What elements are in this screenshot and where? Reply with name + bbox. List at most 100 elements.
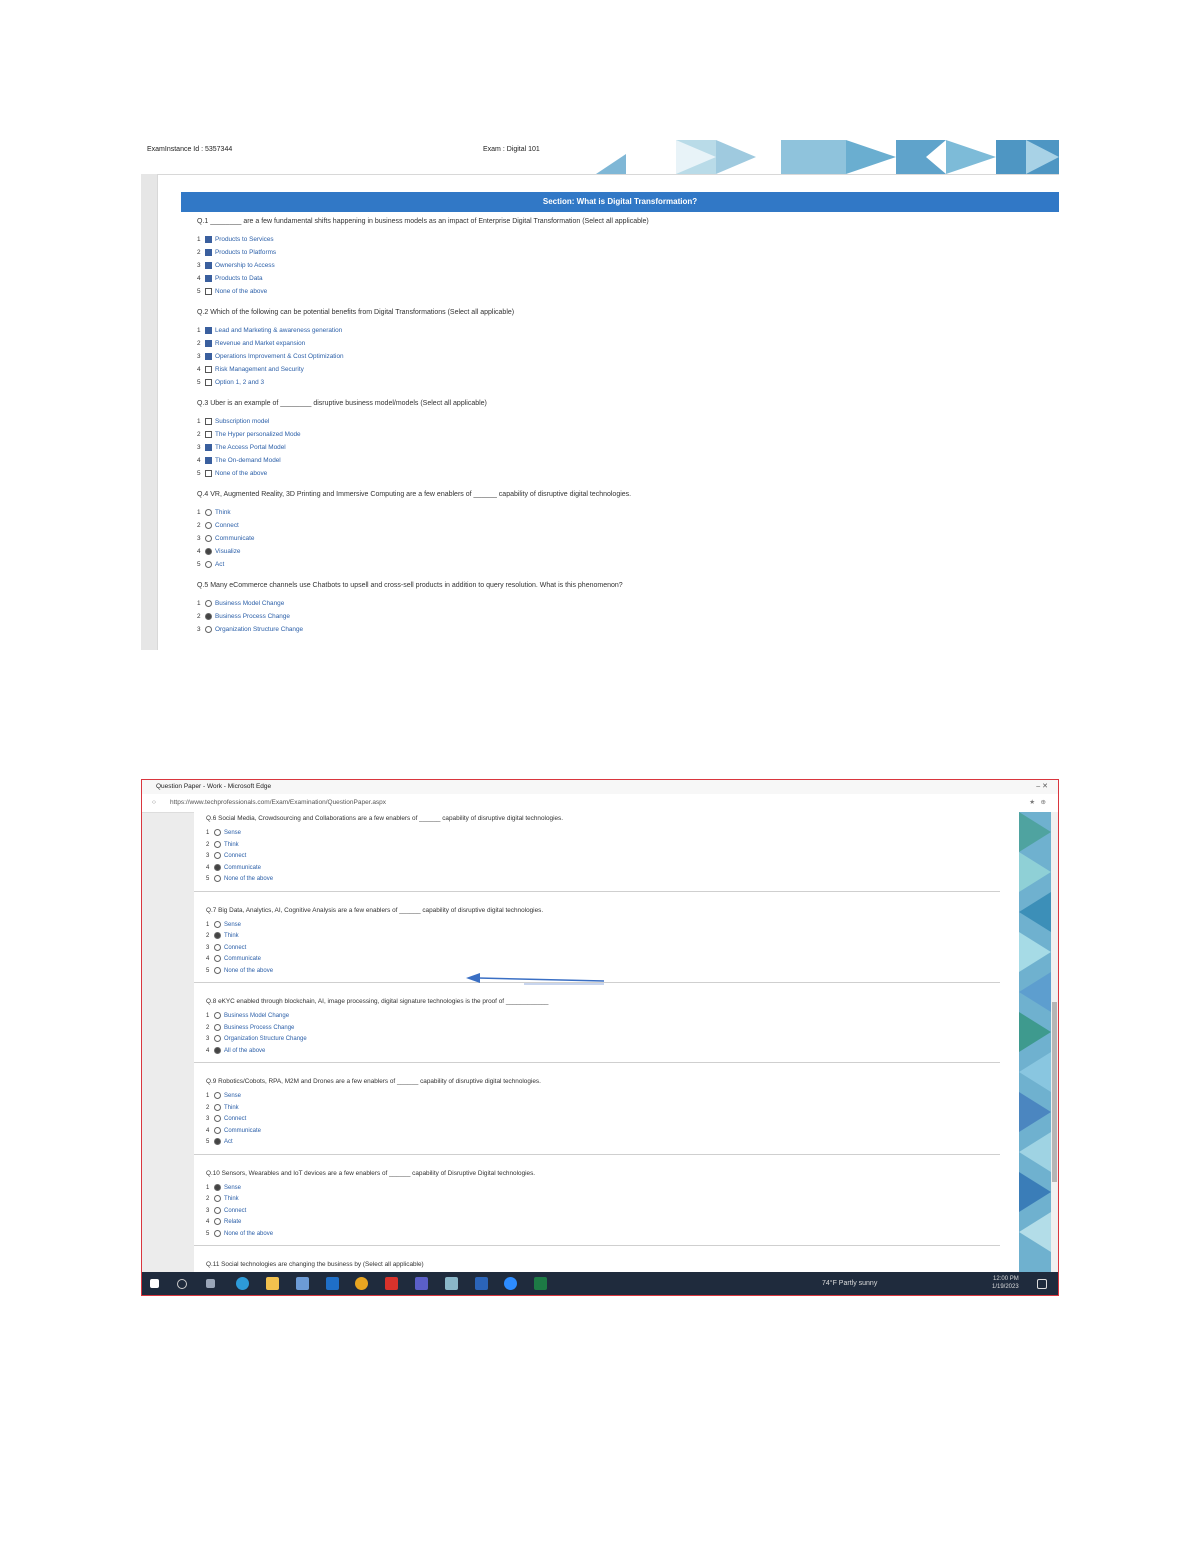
option-radio[interactable] xyxy=(214,1012,221,1019)
answer-option[interactable]: 1 Sense xyxy=(206,829,241,836)
answer-option[interactable]: 1 Sense xyxy=(206,1092,241,1099)
page-scrollbar[interactable] xyxy=(1051,812,1058,1272)
weather-widget[interactable]: 74°F Partly sunny xyxy=(822,1272,877,1295)
word-icon[interactable] xyxy=(475,1277,488,1290)
answer-option[interactable]: 3 Ownership to Access xyxy=(197,262,275,269)
option-radio[interactable] xyxy=(214,1183,221,1191)
answer-option[interactable]: 3 Connect xyxy=(206,943,246,951)
answer-option[interactable]: 2 Products to Platforms xyxy=(197,249,276,256)
notifications-icon[interactable] xyxy=(1037,1279,1047,1289)
task-view-icon[interactable] xyxy=(206,1279,215,1288)
search-icon[interactable] xyxy=(177,1279,187,1289)
file-explorer-icon[interactable] xyxy=(266,1277,279,1290)
start-icon[interactable] xyxy=(150,1279,159,1288)
chrome-icon[interactable] xyxy=(355,1277,368,1290)
option-radio[interactable] xyxy=(214,875,221,882)
address-bar[interactable]: ○ https://www.techprofessionals.com/Exam… xyxy=(142,794,1058,813)
option-radio[interactable] xyxy=(205,535,212,542)
teams-icon[interactable] xyxy=(415,1277,428,1290)
app-icon-2[interactable] xyxy=(445,1277,458,1290)
option-radio[interactable] xyxy=(214,1046,221,1054)
option-radio[interactable] xyxy=(214,840,221,848)
answer-option[interactable]: 5 Act xyxy=(206,1138,233,1145)
option-radio[interactable] xyxy=(214,943,221,951)
option-radio[interactable] xyxy=(214,1115,221,1122)
answer-option[interactable]: 4 Communicate xyxy=(206,955,261,962)
excel-icon[interactable] xyxy=(534,1277,547,1290)
option-checkbox[interactable] xyxy=(205,340,212,347)
option-radio[interactable] xyxy=(214,932,221,939)
option-radio[interactable] xyxy=(205,548,212,555)
answer-option[interactable]: 1 Think xyxy=(197,509,231,516)
answer-option[interactable]: 5 Option 1, 2 and 3 xyxy=(197,379,264,386)
answer-option[interactable]: 4 Visualize xyxy=(197,548,240,555)
option-checkbox[interactable] xyxy=(205,275,212,282)
app-icon[interactable] xyxy=(296,1277,309,1290)
answer-option[interactable]: 3 Communicate xyxy=(197,535,254,542)
answer-option[interactable]: 4 Products to Data xyxy=(197,275,263,282)
option-checkbox[interactable] xyxy=(205,327,212,334)
window-controls[interactable]: – ✕ xyxy=(1036,780,1048,794)
answer-option[interactable]: 1 Sense xyxy=(206,920,241,928)
edge-browser-icon[interactable] xyxy=(236,1277,249,1290)
option-radio[interactable] xyxy=(214,1218,221,1225)
answer-option[interactable]: 2 Revenue and Market expansion xyxy=(197,340,305,347)
answer-option[interactable]: 1 Business Model Change xyxy=(197,600,284,607)
answer-option[interactable]: 1 Products to Services xyxy=(197,236,274,243)
option-radio[interactable] xyxy=(214,1092,221,1099)
option-checkbox[interactable] xyxy=(205,444,212,451)
answer-option[interactable]: 4 All of the above xyxy=(206,1046,265,1054)
answer-option[interactable]: 5 None of the above xyxy=(206,1229,273,1237)
option-checkbox[interactable] xyxy=(205,431,212,438)
answer-option[interactable]: 1 Business Model Change xyxy=(206,1012,289,1019)
answer-option[interactable]: 5 None of the above xyxy=(197,470,267,477)
answer-option[interactable]: 3 Connect xyxy=(206,1206,246,1214)
option-radio[interactable] xyxy=(214,920,221,928)
answer-option[interactable]: 4 The On-demand Model xyxy=(197,457,281,464)
scrollbar-thumb[interactable] xyxy=(1052,1002,1057,1182)
answer-option[interactable]: 4 Risk Management and Security xyxy=(197,366,304,373)
option-radio[interactable] xyxy=(214,1206,221,1214)
answer-option[interactable]: 5 None of the above xyxy=(206,875,273,882)
zoom-icon[interactable]: ★ ⊕ xyxy=(1029,794,1046,812)
answer-option[interactable]: 1 Subscription model xyxy=(197,418,269,425)
option-checkbox[interactable] xyxy=(205,288,212,295)
option-checkbox[interactable] xyxy=(205,366,212,373)
answer-option[interactable]: 2 Business Process Change xyxy=(197,613,290,620)
option-radio[interactable] xyxy=(214,1035,221,1042)
answer-option[interactable]: 2 Think xyxy=(206,840,239,848)
answer-option[interactable]: 2 Think xyxy=(206,932,239,939)
answer-option[interactable]: 2 Connect xyxy=(197,522,239,529)
option-radio[interactable] xyxy=(205,561,212,568)
option-checkbox[interactable] xyxy=(205,353,212,360)
option-checkbox[interactable] xyxy=(205,457,212,464)
answer-option[interactable]: 3 Connect xyxy=(206,1115,246,1122)
acrobat-icon[interactable] xyxy=(385,1277,398,1290)
option-checkbox[interactable] xyxy=(205,262,212,269)
option-checkbox[interactable] xyxy=(205,470,212,477)
option-radio[interactable] xyxy=(214,863,221,871)
address-url[interactable]: https://www.techprofessionals.com/Exam/E… xyxy=(170,794,386,812)
option-radio[interactable] xyxy=(214,1103,221,1111)
option-radio[interactable] xyxy=(205,626,212,633)
option-radio[interactable] xyxy=(205,509,212,516)
option-radio[interactable] xyxy=(214,955,221,962)
system-clock[interactable]: 12:00 PM 1/19/2023 xyxy=(992,1275,1019,1291)
option-radio[interactable] xyxy=(214,829,221,836)
answer-option[interactable]: 1 Sense xyxy=(206,1183,241,1191)
option-checkbox[interactable] xyxy=(205,379,212,386)
answer-option[interactable]: 1 Lead and Marketing & awareness generati… xyxy=(197,327,342,334)
option-radio[interactable] xyxy=(214,1229,221,1237)
option-radio[interactable] xyxy=(205,522,212,529)
answer-option[interactable]: 2 Think xyxy=(206,1103,239,1111)
option-radio[interactable] xyxy=(214,966,221,974)
answer-option[interactable]: 4 Relate xyxy=(206,1218,241,1225)
answer-option[interactable]: 4 Communicate xyxy=(206,863,261,871)
answer-option[interactable]: 3 Operations Improvement & Cost Optimizat… xyxy=(197,353,344,360)
option-radio[interactable] xyxy=(214,1138,221,1145)
option-checkbox[interactable] xyxy=(205,236,212,243)
answer-option[interactable]: 4 Communicate xyxy=(206,1126,261,1134)
answer-option[interactable]: 3 Organization Structure Change xyxy=(197,626,303,633)
answer-option[interactable]: 3 Connect xyxy=(206,852,246,859)
option-checkbox[interactable] xyxy=(205,249,212,256)
